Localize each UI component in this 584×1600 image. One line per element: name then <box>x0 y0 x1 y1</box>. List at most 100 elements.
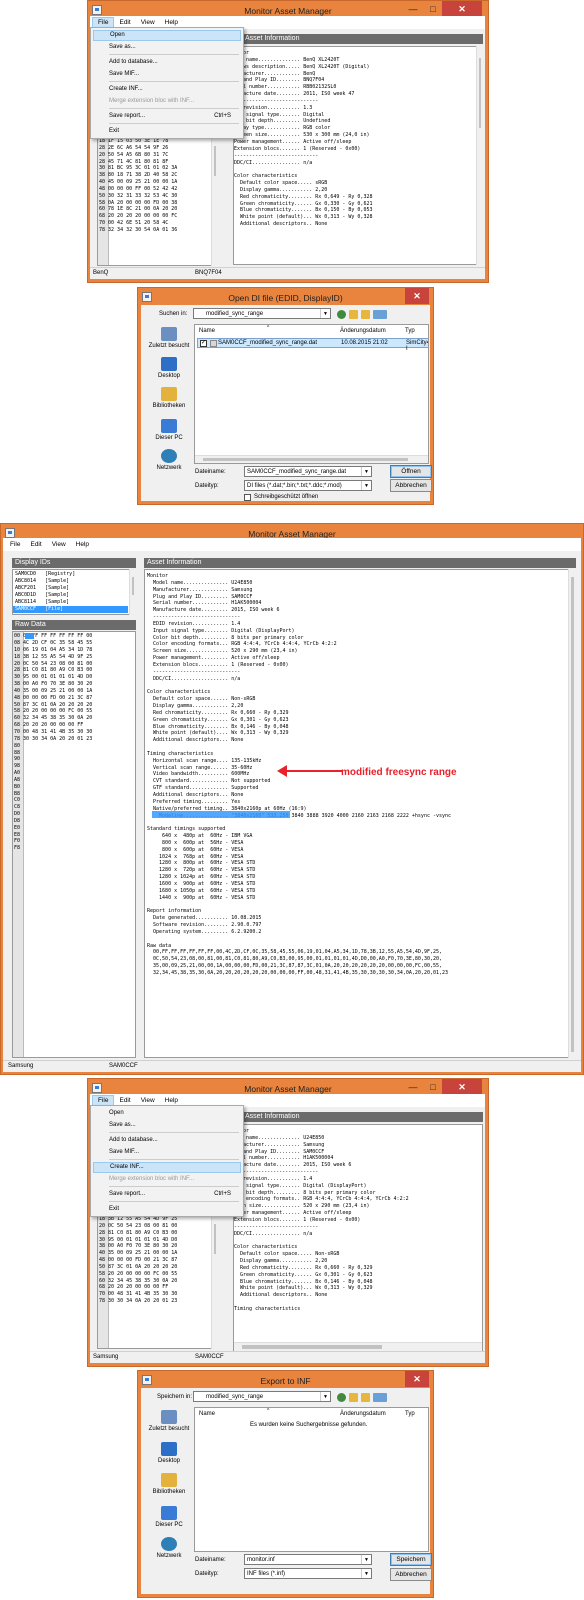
menu-help[interactable]: Help <box>71 539 94 551</box>
asset-line: 1440 x 900p at 60Hz - VESA STD <box>147 894 256 901</box>
place-this-pc[interactable]: Dieser PC <box>143 419 195 441</box>
place-libraries[interactable]: Bibliotheken <box>143 387 195 409</box>
save-button[interactable]: Speichern <box>390 1553 432 1566</box>
file-menu: Open Save as... Add to database... Save … <box>90 27 244 139</box>
hex-row: 88 <box>14 749 24 756</box>
col-date[interactable]: Änderungsdatum <box>340 328 386 334</box>
view-menu-icon[interactable] <box>373 1392 387 1402</box>
hex-row: 18 3B 12 55 A5 54 4D 9F 25 <box>14 653 93 660</box>
display-id-item[interactable]: ABC8014 [Sample] <box>13 578 128 585</box>
asset-line: Display gamma........... 2,20 <box>234 1258 328 1265</box>
save-in-select[interactable]: modified_sync_range ▼ <box>193 1391 331 1402</box>
close-button[interactable]: ✕ <box>442 1079 482 1095</box>
raw-data-scrollbar[interactable] <box>211 1214 218 1349</box>
menu-item-exit[interactable]: Exit <box>93 126 241 137</box>
file-list-hscroll[interactable] <box>195 455 428 463</box>
col-name[interactable]: Name <box>199 1411 215 1417</box>
asset-scrollbar[interactable] <box>476 46 483 265</box>
place-network[interactable]: Netzwerk <box>143 1537 195 1559</box>
menu-item-open[interactable]: Open <box>93 1108 241 1119</box>
place-desktop[interactable]: Desktop <box>143 357 195 379</box>
place-network-label: Netzwerk <box>156 1553 182 1559</box>
back-icon[interactable] <box>337 309 346 319</box>
cancel-button[interactable]: Abbrechen <box>390 1568 432 1581</box>
col-type[interactable]: Typ <box>405 1411 415 1417</box>
back-icon[interactable] <box>337 1392 346 1402</box>
minimize-button[interactable]: — <box>402 2 424 16</box>
menu-file[interactable]: File <box>5 539 25 551</box>
col-date[interactable]: Änderungsdatum <box>340 1411 386 1417</box>
menu-item-save-as[interactable]: Save as... <box>93 1120 241 1131</box>
raw-data-scrollbar[interactable] <box>211 136 218 266</box>
view-menu-icon[interactable] <box>373 309 387 319</box>
place-this-pc[interactable]: Dieser PC <box>143 1506 195 1528</box>
asset-line <box>147 819 451 826</box>
new-folder-icon[interactable] <box>361 309 370 319</box>
asset-line: Green chromaticity...... Gx 0,330 - Gy 0… <box>234 200 373 207</box>
asset-line: 35,00,09,25,21,00,00,1A,00,00,00,FD,00,2… <box>147 963 443 970</box>
menu-item-add-to-database[interactable]: Add to database... <box>93 1135 241 1146</box>
asset-line: nufacture date........ 2011, ISO week 47 <box>234 91 355 98</box>
close-button[interactable]: ✕ <box>442 1 482 17</box>
display-id-item[interactable]: ABC8114 [Sample] <box>13 599 128 606</box>
maximize-button[interactable]: □ <box>422 1080 444 1094</box>
checkbox-icon[interactable]: ✓ <box>200 340 207 347</box>
menu-item-save-as[interactable]: Save as... <box>93 42 241 53</box>
menu-item-create-inf[interactable]: Create INF... <box>93 84 241 95</box>
new-folder-icon[interactable] <box>361 1392 370 1402</box>
readonly-checkbox[interactable] <box>244 494 251 501</box>
dialog-close-button[interactable]: ✕ <box>405 1371 429 1387</box>
desktop-icon <box>161 1442 177 1456</box>
cancel-button[interactable]: Abbrechen <box>390 479 432 492</box>
display-id-item[interactable]: SAM0CD0 [Registry] <box>13 571 128 578</box>
open-button[interactable]: Öffnen <box>390 465 432 478</box>
menu-item-exit[interactable]: Exit <box>93 1204 241 1215</box>
file-row[interactable]: ✓ SAM0CCF_modified_sync_range.dat 10.08.… <box>197 338 428 352</box>
hex-selected-cell[interactable] <box>25 633 34 639</box>
place-recent[interactable]: Zuletzt besucht <box>143 327 195 349</box>
asset-hscroll[interactable] <box>234 1342 482 1351</box>
sort-chevron-icon: ^ <box>267 1408 270 1414</box>
look-in-value: modified_sync_range <box>206 311 264 317</box>
place-recent[interactable]: Zuletzt besucht <box>143 1410 195 1432</box>
hex-row: 48 00 00 00 FF 00 52 42 42 <box>99 185 178 192</box>
menu-item-open[interactable]: Open <box>93 30 241 41</box>
menu-item-save-mif[interactable]: Save MIF... <box>93 69 241 80</box>
filename-field[interactable]: SAM0CCF_modified_sync_range.dat ▼ <box>244 466 372 477</box>
display-id-item[interactable]: ABC0D1D [Sample] <box>13 592 128 599</box>
dialog-close-button[interactable]: ✕ <box>405 288 429 304</box>
col-name[interactable]: Name <box>199 328 215 334</box>
up-folder-icon[interactable] <box>349 1392 358 1402</box>
filename-field[interactable]: monitor.inf ▼ <box>244 1554 372 1565</box>
place-libraries[interactable]: Bibliotheken <box>143 1473 195 1495</box>
status-bar: Samsung SAM0CCF <box>90 1351 485 1363</box>
menu-item-save-mif[interactable]: Save MIF... <box>93 1147 241 1158</box>
menu-item-merge-extension: Merge extension bloc with INF... <box>109 1176 195 1182</box>
col-type[interactable]: Typ <box>405 328 415 334</box>
menu-edit[interactable]: Edit <box>25 539 46 551</box>
window-client: File Edit View Help Display IDs SAM0CD0 … <box>3 538 581 1072</box>
display-ids-scrollbar[interactable] <box>129 569 136 615</box>
filetype-value: DI files (*.dat;*.bin;*.txt;*.ddc;*.mod) <box>247 483 342 489</box>
asset-line: Display gamma............ 2,20 <box>147 703 244 710</box>
display-id-item[interactable]: SAM0CCF [File] <box>13 606 128 613</box>
asset-scrollbar[interactable] <box>568 569 576 1058</box>
filetype-select[interactable]: DI files (*.dat;*.bin;*.txt;*.ddc;*.mod)… <box>244 480 372 491</box>
asset-line <box>147 744 451 751</box>
place-network[interactable]: Netzwerk <box>143 449 195 471</box>
display-id-item[interactable]: ABCF201 [Sample] <box>13 585 128 592</box>
menu-item-add-to-database[interactable]: Add to database... <box>93 57 241 68</box>
asset-line: Screen size........... 530 x 300 mm (24,… <box>234 132 370 139</box>
status-bar: BenQ BNQ7F04 <box>90 267 485 279</box>
minimize-button[interactable]: — <box>402 1080 424 1094</box>
filetype-select[interactable]: INF files (*.inf) ▼ <box>244 1568 372 1579</box>
place-desktop[interactable]: Desktop <box>143 1442 195 1464</box>
up-folder-icon[interactable] <box>349 309 358 319</box>
menu-view[interactable]: View <box>47 539 71 551</box>
menu-item-save-report[interactable]: Save report... Ctrl+S <box>93 111 241 122</box>
maximize-button[interactable]: □ <box>422 2 444 16</box>
menu-item-save-report[interactable]: Save report... Ctrl+S <box>93 1189 241 1200</box>
hex-row: B0 <box>14 783 24 790</box>
look-in-select[interactable]: modified_sync_range ▼ <box>193 308 331 319</box>
menu-item-create-inf[interactable]: Create INF... <box>93 1162 241 1173</box>
